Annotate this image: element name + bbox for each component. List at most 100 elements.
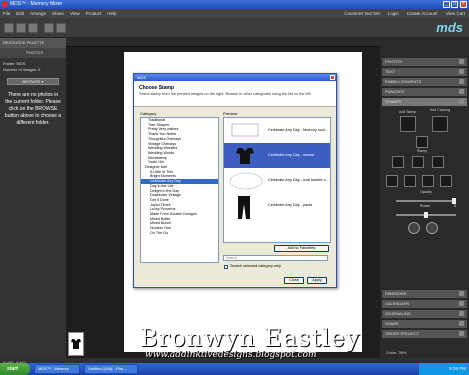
taskbar-item-mds[interactable]: MDS™ - Memory Mixer: [34, 364, 80, 375]
section-calendars[interactable]: CALENDARS: [382, 300, 467, 308]
dialog-close-icon[interactable]: [330, 75, 335, 80]
chevron-icon: [459, 69, 464, 74]
search-category-label: Search selected category only: [230, 264, 281, 268]
preview-item[interactable]: Celebrate Any Day - oval bubble o...: [224, 168, 330, 193]
add-to-favorites-button[interactable]: Add to Favorites: [274, 245, 329, 252]
close-window-button[interactable]: ×: [460, 1, 467, 8]
flip-button[interactable]: [404, 175, 416, 187]
photos-tab[interactable]: PHOTOS: [0, 48, 66, 58]
opacity-label: Opacity: [420, 190, 432, 194]
menu-product[interactable]: Product: [83, 9, 105, 18]
preview-list[interactable]: Celebrate Any Day - Memory rock... Celeb…: [223, 117, 331, 243]
rotate-right-button[interactable]: [440, 175, 452, 187]
print-icon[interactable]: [44, 23, 54, 33]
rotate-value: 0: [454, 204, 456, 208]
chevron-icon: [459, 99, 464, 104]
pants-icon: [238, 196, 250, 219]
taskbar-item-untitled[interactable]: Untitled-1(Kit) - Phe...: [84, 364, 138, 374]
app-root: MDS™ - Memory Mixer _ □ × File Edit Arrang…: [0, 0, 469, 375]
section-share[interactable]: SHARE: [382, 320, 467, 328]
rotate-button[interactable]: [408, 222, 420, 234]
system-tray: 9:26 PM: [419, 363, 469, 375]
add-stamp-label: Add Stamp: [399, 110, 417, 114]
category-list[interactable]: Traditional Tree Shapes Pretty Very wishes…: [140, 117, 219, 263]
apply-button[interactable]: Apply: [307, 277, 327, 284]
window-title: MDS™ - Memory Mixer: [10, 1, 63, 7]
chevron-icon: [459, 89, 464, 94]
page-thumbnail[interactable]: [68, 332, 84, 356]
chevron-icon: [459, 291, 464, 296]
menu-file[interactable]: File: [0, 9, 13, 18]
login-link[interactable]: Login: [384, 9, 403, 18]
dialog-header: Choose Stamp Select stamp from the previ…: [134, 81, 336, 107]
category-item[interactable]: On The Go: [141, 231, 218, 236]
menu-edit[interactable]: Edit: [13, 9, 27, 18]
preview-item-selected[interactable]: Celebrate Any Day - onesie: [224, 143, 330, 168]
stamp-icon[interactable]: [416, 136, 428, 148]
dialog-title: MDS: [137, 75, 146, 80]
maximize-button[interactable]: □: [451, 1, 458, 8]
preview-label: Preview: [223, 111, 238, 116]
chevron-icon: [459, 301, 464, 306]
browse-button[interactable]: BROWSE ▾: [7, 78, 59, 85]
ruler: [66, 38, 380, 47]
watermark-name: Bronwyn Eastley: [140, 324, 361, 352]
preview-item[interactable]: Celebrate Any Day - pants: [224, 193, 330, 219]
change-color-button[interactable]: [392, 156, 404, 168]
minimize-button[interactable]: _: [443, 1, 450, 8]
clock: 9:26 PM: [449, 366, 466, 371]
chevron-icon: [459, 331, 464, 336]
opacity-slider[interactable]: [396, 198, 456, 204]
add-coloring-button[interactable]: [432, 116, 448, 132]
rotate-label: Rotate: [420, 204, 431, 208]
menu-share[interactable]: Share: [49, 9, 67, 18]
section-embellishments[interactable]: EMBELLISHMENTS: [382, 78, 467, 86]
onesie-icon: [71, 339, 81, 349]
zoom-level[interactable]: Zoom: 39%: [386, 350, 406, 355]
search-category-checkbox[interactable]: [224, 265, 228, 269]
start-button[interactable]: start: [0, 363, 30, 375]
toolbar: mds: [0, 18, 469, 38]
menu-arrange[interactable]: Arrange: [27, 9, 49, 18]
section-firework[interactable]: FIREWORK: [382, 290, 467, 298]
create-account-link[interactable]: Create Account: [403, 9, 442, 18]
preview-item[interactable]: Celebrate Any Day - Memory rock...: [224, 118, 330, 143]
section-journaling[interactable]: JOURNALING: [382, 310, 467, 318]
open-icon[interactable]: [16, 23, 26, 33]
section-punches[interactable]: PUNCHES: [382, 88, 467, 96]
title-bar: MDS™ - Memory Mixer _ □ ×: [0, 0, 469, 9]
add-stamp-button[interactable]: [400, 116, 416, 132]
close-button[interactable]: Close: [284, 277, 304, 284]
save-icon[interactable]: [28, 23, 38, 33]
oval-bubble-icon: [229, 172, 263, 190]
dialog-title-bar: MDS: [134, 74, 336, 81]
dialog-heading: Choose Stamp: [139, 85, 175, 91]
section-stamps[interactable]: STAMPS: [382, 98, 467, 106]
category-items: Traditional Tree Shapes Pretty Very wishes…: [141, 118, 218, 236]
section-photos[interactable]: PHOTOS: [382, 58, 467, 66]
menu-view[interactable]: View: [67, 9, 83, 18]
rotate-left-button[interactable]: [422, 175, 434, 187]
rotate-slider[interactable]: [396, 212, 456, 218]
empty-folder-message: There are no photos in the current folde…: [4, 92, 62, 126]
move-button[interactable]: [386, 175, 398, 187]
chevron-icon: [459, 321, 464, 326]
image-count: Number of Images: 0: [3, 67, 41, 72]
menu-help[interactable]: Help: [104, 9, 119, 18]
taskbar: start MDS™ - Memory Mixer Untitled-1(Kit…: [0, 363, 469, 375]
undo-icon[interactable]: [56, 23, 66, 33]
chevron-icon: [459, 311, 464, 316]
new-icon[interactable]: [4, 23, 14, 33]
country-link[interactable]: Countries Not Set: [340, 9, 384, 18]
search-input[interactable]: Search: [223, 255, 328, 261]
onesie-icon: [236, 148, 254, 164]
section-text[interactable]: TEXT: [382, 68, 467, 76]
section-order-project[interactable]: ORDER PROJECT: [382, 330, 467, 338]
rotate-knob[interactable]: [424, 212, 428, 218]
design-center-panel: PHOTOS TEXT EMBELLISHMENTS PUNCHES STAMP…: [380, 38, 469, 358]
coloring-button[interactable]: [432, 156, 444, 168]
view-cart-link[interactable]: View Cart: [442, 9, 469, 18]
choose-stamp-dialog: MDS Choose Stamp Select stamp from the p…: [133, 73, 337, 288]
delete-button[interactable]: [426, 222, 438, 234]
texture-button[interactable]: [412, 156, 424, 168]
